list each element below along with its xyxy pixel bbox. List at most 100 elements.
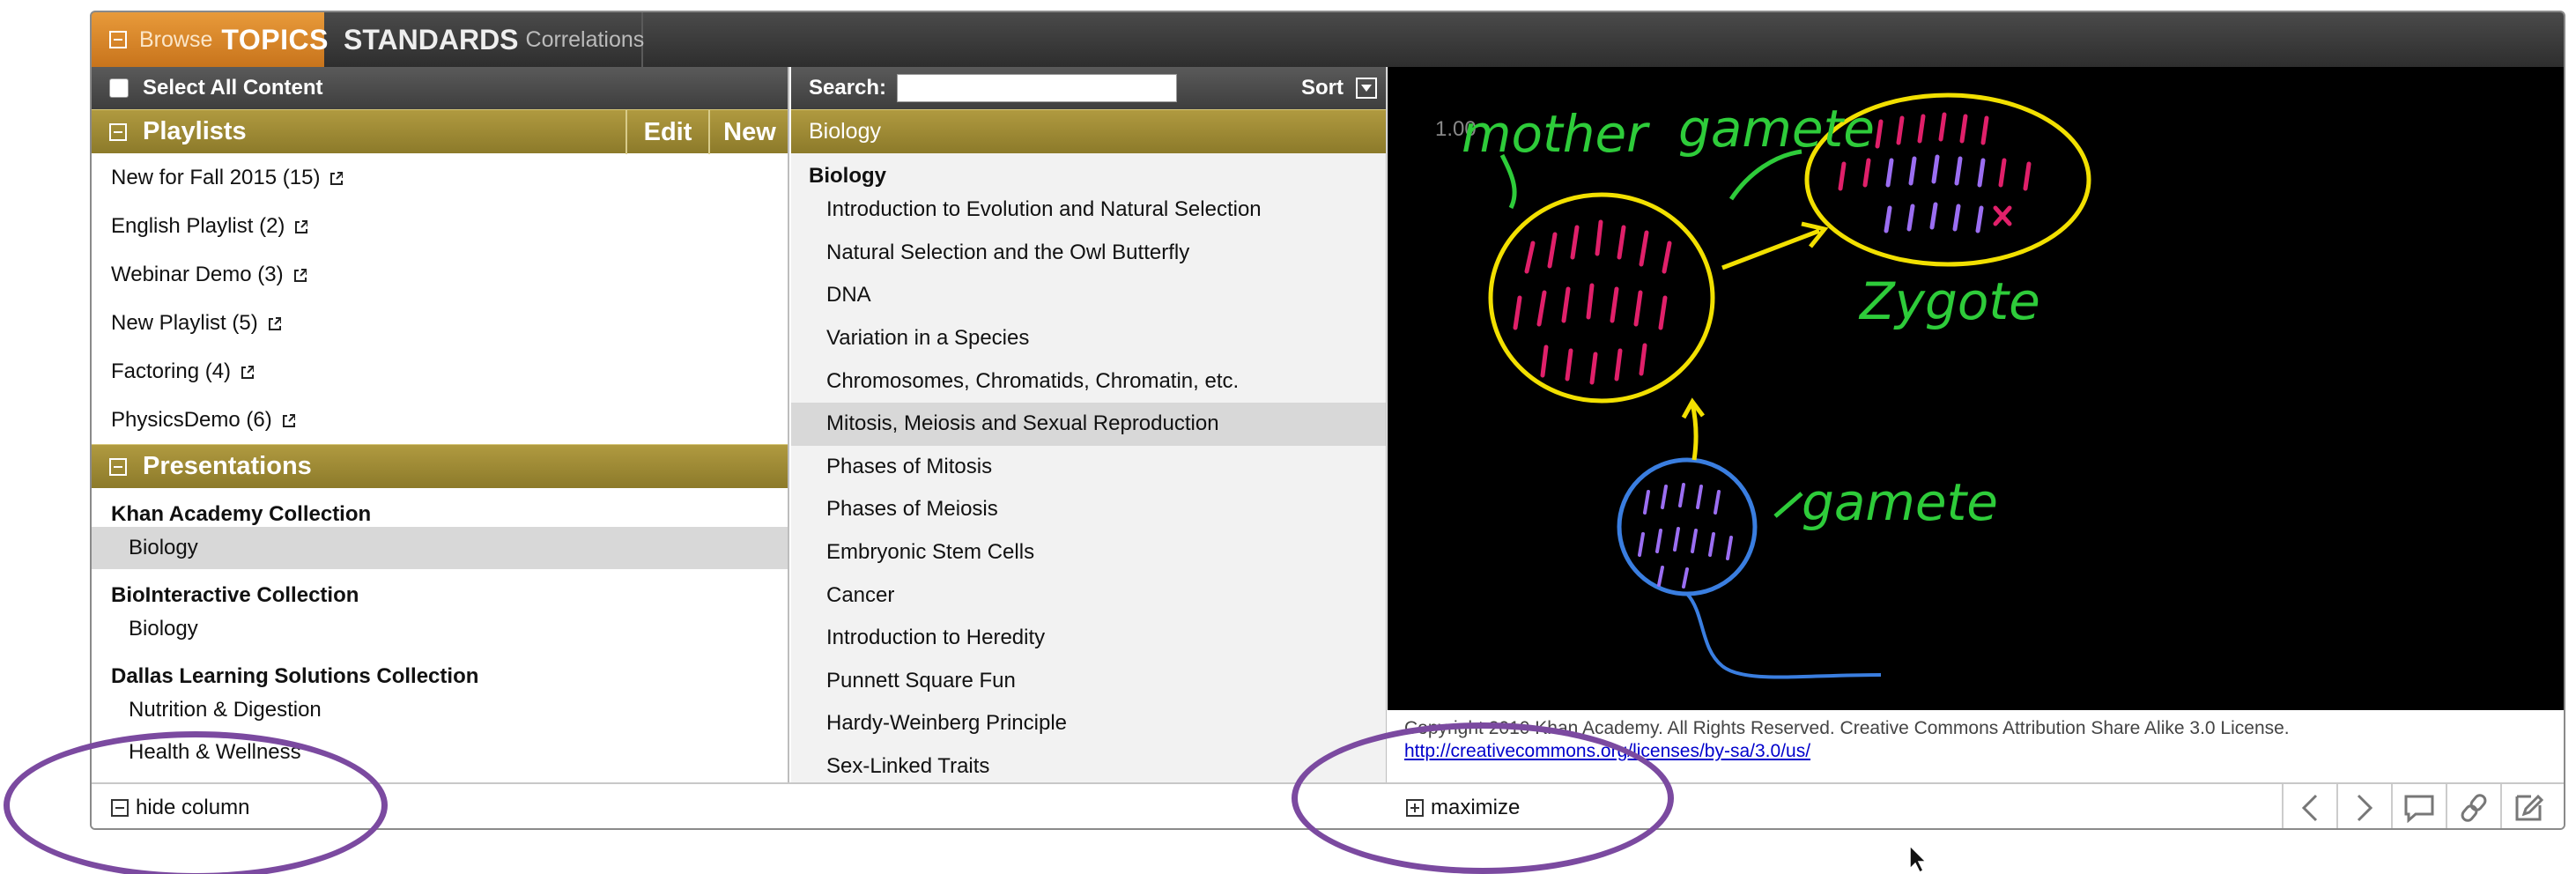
playlists-title: Playlists: [143, 117, 247, 145]
video-frame: 1.00 mother gamete Zygote gamete: [1435, 93, 2091, 679]
link-icon: [2461, 794, 2487, 822]
lesson-item[interactable]: Natural Selection and the Owl Butterfly: [791, 232, 1386, 275]
playlists-header[interactable]: Playlists Edit New: [92, 109, 789, 154]
dropdown-arrow-icon[interactable]: [1356, 78, 1377, 99]
lesson-item[interactable]: Embryonic Stem Cells: [791, 531, 1386, 574]
tab-standards-correlations[interactable]: STANDARDS Correlations: [324, 12, 645, 67]
label-zygote: Zygote: [1858, 271, 2040, 331]
label-gamete-bottom: gamete: [1802, 472, 1998, 532]
arrow-to-zygote: [1721, 228, 1820, 270]
collection-item[interactable]: Nutrition & Digestion: [92, 689, 788, 731]
license-link[interactable]: http://creativecommons.org/licenses/by-s…: [1404, 741, 1810, 761]
copyright-notice: Copyright 2010 Khan Academy. All Rights …: [1404, 717, 2550, 763]
external-link-icon[interactable]: [281, 413, 295, 427]
tab-browse-big-label: TOPICS: [221, 23, 329, 56]
sort-control[interactable]: Sort: [1301, 67, 1377, 109]
lesson-item[interactable]: Variation in a Species: [791, 317, 1386, 360]
arrow-to-mother: [1690, 403, 1699, 461]
mouse-cursor-icon: [1909, 844, 1928, 874]
chromosomes-mother: [1513, 219, 1672, 385]
collection-item[interactable]: Biology: [92, 527, 788, 569]
collection-khan: Khan Academy Collection Biology: [92, 488, 788, 569]
lesson-item[interactable]: Chromosomes, Chromatids, Chromatin, etc.: [791, 359, 1386, 403]
external-link-icon[interactable]: [292, 268, 307, 282]
label-mother: mother: [1462, 104, 1650, 164]
tab-browse-topics[interactable]: Browse TOPICS: [92, 12, 328, 67]
presentations-header[interactable]: Presentations: [92, 444, 788, 488]
app-window: Browse TOPICS STANDARDS Correlations Sel…: [90, 11, 2565, 830]
pointer-to-small-gamete: [1773, 492, 1803, 518]
lesson-item[interactable]: Phases of Meiosis: [791, 488, 1386, 531]
collection-title[interactable]: Khan Academy Collection: [92, 488, 788, 527]
select-all-label: Select All Content: [143, 76, 323, 100]
playlist-item-label: PhysicsDemo (6): [111, 407, 272, 432]
prev-icon: [2301, 794, 2318, 822]
external-link-icon[interactable]: [329, 171, 344, 185]
external-link-icon[interactable]: [240, 365, 255, 379]
comment-button[interactable]: [2391, 784, 2446, 828]
playlist-item[interactable]: Factoring (4): [92, 347, 788, 396]
sort-label: Sort: [1301, 76, 1344, 100]
select-all-bar[interactable]: Select All Content: [92, 67, 788, 109]
edit-button[interactable]: [2500, 784, 2555, 828]
maximize-button[interactable]: maximize: [1406, 784, 1521, 828]
collection-dallas: Dallas Learning Solutions Collection Nut…: [92, 650, 788, 774]
video-player[interactable]: 1.00 mother gamete Zygote gamete: [1388, 67, 2564, 710]
comment-icon: [2404, 795, 2434, 823]
flagellum-tail: [1685, 592, 1882, 679]
search-input[interactable]: [897, 74, 1178, 102]
tab-browse-small-label: Browse: [139, 26, 213, 52]
playlist-item[interactable]: English Playlist (2): [92, 202, 788, 250]
playlist-item[interactable]: New for Fall 2015 (15): [92, 153, 788, 202]
lesson-item[interactable]: Introduction to Heredity: [791, 617, 1386, 660]
collapse-icon[interactable]: [109, 31, 127, 48]
new-playlist-button[interactable]: New: [708, 110, 789, 154]
presentations-title: Presentations: [143, 452, 312, 480]
collapse-icon[interactable]: [109, 122, 127, 141]
lesson-item[interactable]: Introduction to Evolution and Natural Se…: [791, 189, 1386, 232]
tab-standards-small-label: Correlations: [525, 26, 645, 52]
next-button[interactable]: [2336, 784, 2391, 828]
playlist-item[interactable]: Webinar Demo (3): [92, 250, 788, 299]
playlist-item-label: English Playlist (2): [111, 213, 285, 238]
lesson-item[interactable]: Hardy-Weinberg Principle: [791, 702, 1386, 745]
bottom-bar: hide column maximize: [92, 782, 2564, 828]
chromosomes-zygote-purple: [1884, 154, 1986, 233]
collection-title[interactable]: Dallas Learning Solutions Collection: [92, 650, 788, 689]
collapse-icon[interactable]: [109, 457, 127, 476]
playlist-item[interactable]: PhysicsDemo (6): [92, 396, 788, 444]
next-icon: [2357, 794, 2373, 822]
tab-standards-big-label: STANDARDS: [344, 23, 519, 56]
lesson-item[interactable]: DNA: [791, 274, 1386, 317]
top-bar: Browse TOPICS STANDARDS Correlations: [92, 12, 2564, 67]
external-link-icon[interactable]: [293, 219, 308, 233]
playlist-item-label: Webinar Demo (3): [111, 262, 284, 286]
collection-title[interactable]: BioInteractive Collection: [92, 569, 788, 608]
pointer-to-gamete: [1728, 149, 1802, 201]
topic-header: Biology: [791, 109, 1386, 153]
select-all-checkbox[interactable]: [109, 78, 129, 98]
link-button[interactable]: [2446, 784, 2500, 828]
hide-column-button[interactable]: hide column: [111, 784, 250, 828]
search-label: Search:: [809, 76, 887, 100]
edit-playlists-button[interactable]: Edit: [625, 110, 708, 154]
hide-column-label: hide column: [136, 796, 250, 819]
collection-biointeractive: BioInteractive Collection Biology: [92, 569, 788, 650]
playlist-item[interactable]: New Playlist (5): [92, 299, 788, 347]
copyright-text: Copyright 2010 Khan Academy. All Rights …: [1404, 718, 2290, 738]
playlist-list: New for Fall 2015 (15) English Playlist (…: [92, 153, 788, 444]
external-link-icon[interactable]: [267, 316, 281, 330]
left-column: Select All Content Playlists Edit New Ne…: [92, 67, 789, 782]
lesson-item[interactable]: Punnett Square Fun: [791, 660, 1386, 703]
prev-button[interactable]: [2282, 784, 2336, 828]
collection-item[interactable]: Health & Wellness: [92, 731, 788, 774]
middle-column: Search: Sort Biology Biology Introductio…: [791, 67, 1387, 782]
lesson-item[interactable]: Cancer: [791, 574, 1386, 617]
maximize-label: maximize: [1431, 796, 1521, 819]
search-bar: Search: Sort: [791, 67, 1386, 109]
label-gamete-top: gamete: [1678, 99, 1875, 159]
lesson-item[interactable]: Phases of Mitosis: [791, 446, 1386, 489]
collection-item[interactable]: Biology: [92, 608, 788, 650]
lesson-item[interactable]: Mitosis, Meiosis and Sexual Reproduction: [791, 402, 1386, 446]
collapse-icon: [111, 799, 129, 817]
